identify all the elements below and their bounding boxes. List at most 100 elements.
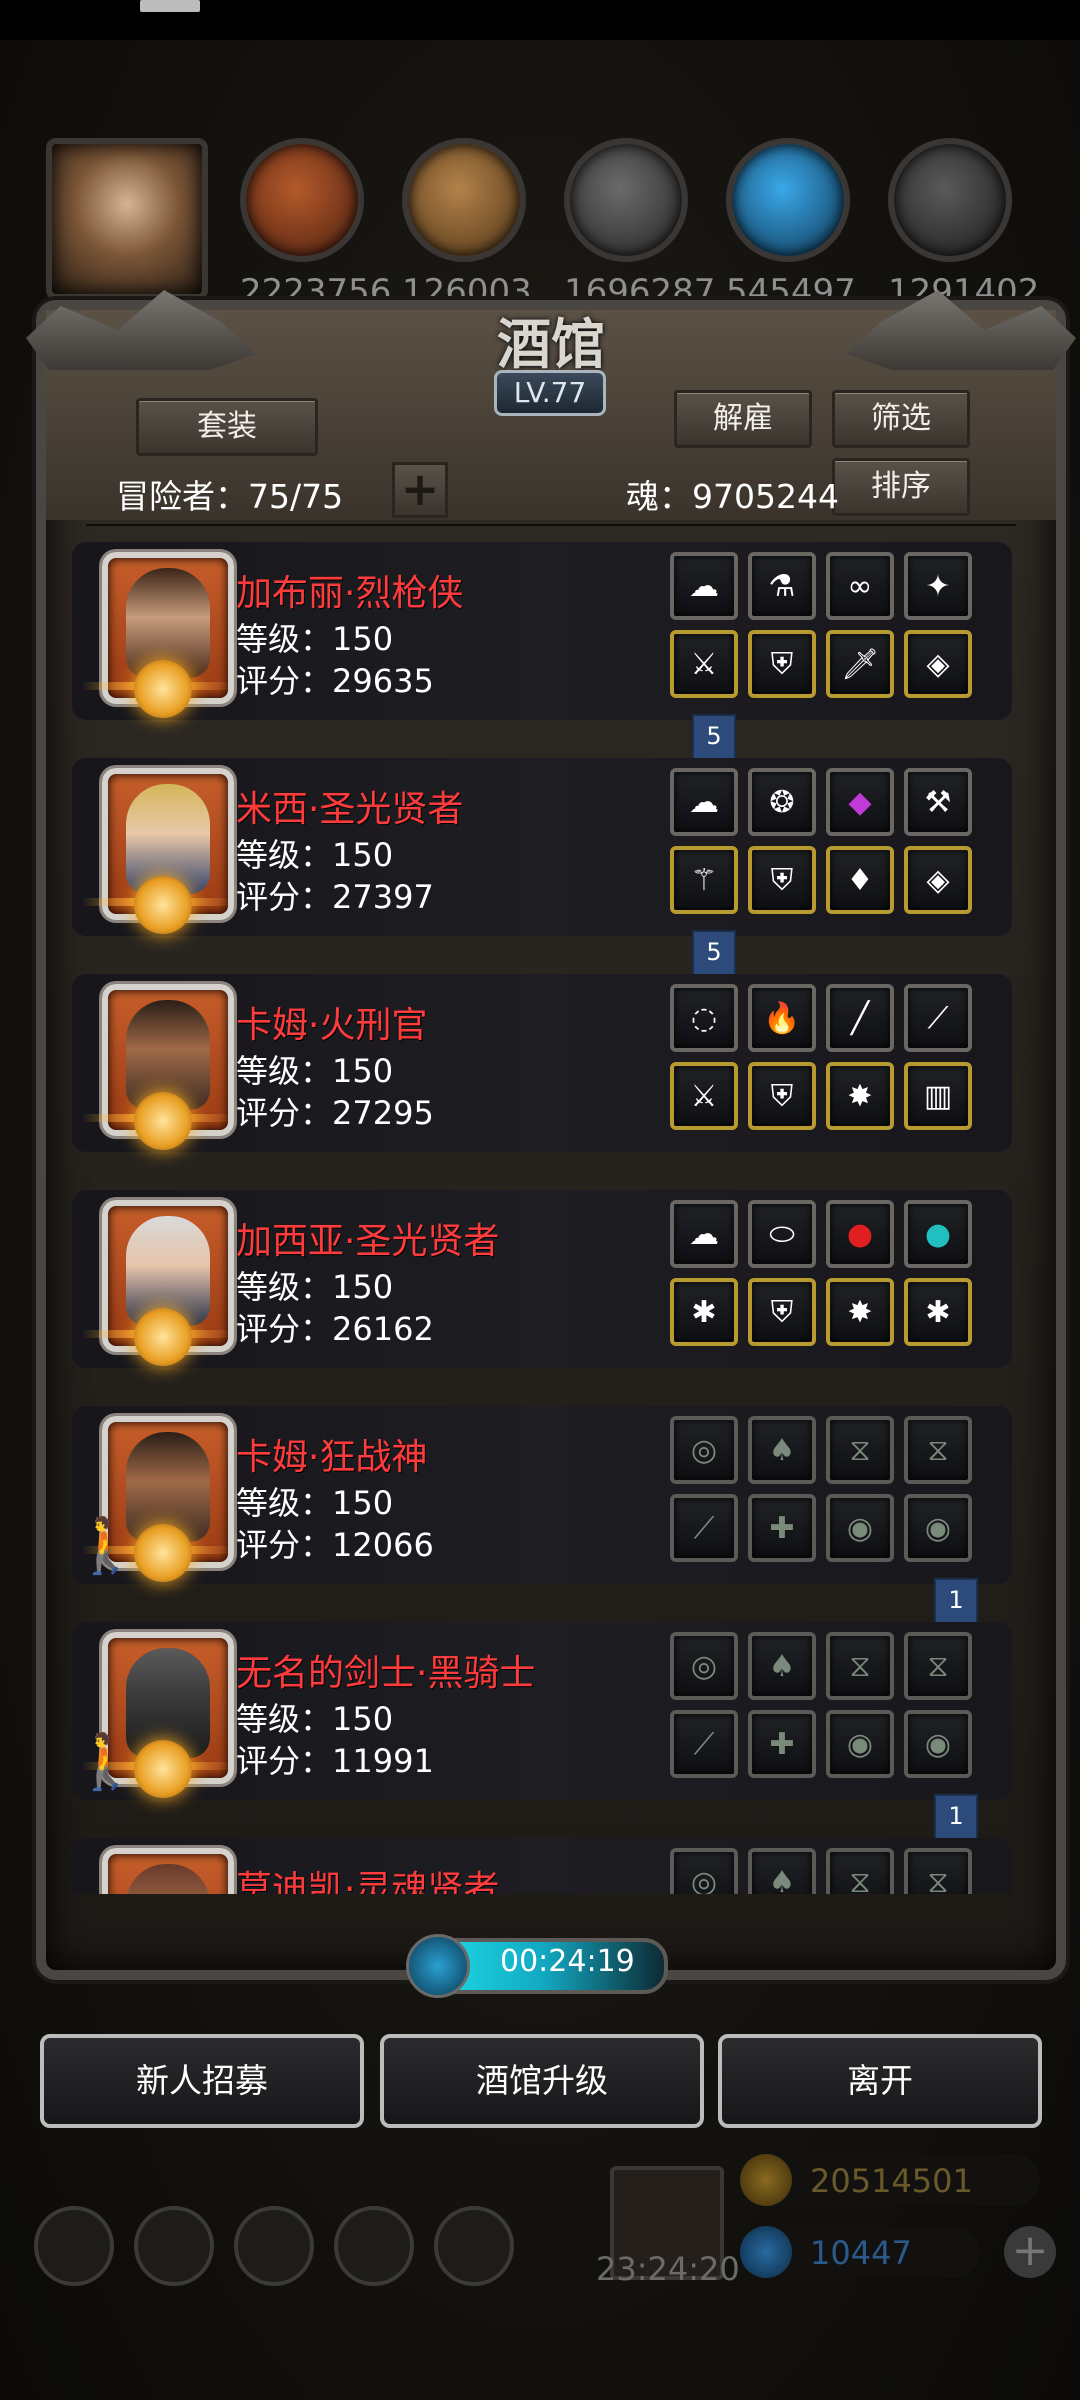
star-icon[interactable] bbox=[134, 2206, 214, 2286]
equip-slot[interactable]: ◌ bbox=[670, 984, 738, 1052]
gem-icon bbox=[740, 2226, 792, 2278]
equip-slot[interactable]: ⛨ bbox=[748, 1278, 816, 1346]
equip-slot[interactable]: 🗡 bbox=[826, 630, 894, 698]
recruit-button[interactable]: 新人招募 bbox=[40, 2034, 364, 2128]
hero-list[interactable]: 加布丽·烈枪侠 等级：150 评分：29635 ☁ ⚗ ∞ ✦ ⚔ ⛨ 🗡 ◈ … bbox=[72, 542, 1012, 1894]
mail-icon[interactable] bbox=[334, 2206, 414, 2286]
idle-walker-icon: 🚶 bbox=[72, 1730, 140, 1793]
equip-slot[interactable]: ✸ bbox=[826, 1278, 894, 1346]
equip-slot[interactable]: ╱ bbox=[826, 984, 894, 1052]
equip-slot[interactable]: ◆ bbox=[826, 768, 894, 836]
hero-row[interactable]: 卡姆·火刑官 等级：150 评分：27295 ◌ 🔥 ╱ ⟋ ⚔ ⛨ ✸ ▥ bbox=[72, 974, 1012, 1152]
equip-slot[interactable]: ☁ bbox=[670, 1200, 738, 1268]
empty-equip-slot[interactable]: ◉ bbox=[826, 1710, 894, 1778]
hero-row[interactable]: 加布丽·烈枪侠 等级：150 评分：29635 ☁ ⚗ ∞ ✦ ⚔ ⛨ 🗡 ◈ bbox=[72, 542, 1012, 720]
hero-level: 等级：150 bbox=[236, 1268, 394, 1306]
equip-slot[interactable]: ⟋ bbox=[904, 984, 972, 1052]
leave-button[interactable]: 离开 bbox=[718, 2034, 1042, 2128]
empty-equip-slot[interactable]: ✚ bbox=[748, 1494, 816, 1562]
hero-score: 评分：29635 bbox=[236, 662, 434, 700]
player-avatar[interactable] bbox=[46, 138, 208, 300]
equip-slot[interactable]: ∞ bbox=[826, 552, 894, 620]
equip-slot[interactable]: ⚚ bbox=[670, 846, 738, 914]
expand-capacity-button[interactable]: + bbox=[392, 462, 448, 518]
dismiss-button[interactable]: 解雇 bbox=[674, 390, 812, 448]
shield-icon[interactable] bbox=[234, 2206, 314, 2286]
empty-equip-slot[interactable]: ⧖ bbox=[826, 1848, 894, 1894]
hero-level: 等级：150 bbox=[236, 620, 394, 658]
hero-row[interactable]: 米西·圣光贤者 等级：150 评分：27397 ☁ ❂ ◆ ⚒ ⚚ ⛨ ♦ ◈ bbox=[72, 758, 1012, 936]
empty-equip-slot[interactable]: ⟋ bbox=[670, 1494, 738, 1562]
equip-slot[interactable]: ☁ bbox=[670, 552, 738, 620]
empty-equip-slot[interactable]: ✚ bbox=[748, 1710, 816, 1778]
empty-equip-slot[interactable]: ⧖ bbox=[904, 1416, 972, 1484]
adventurer-count: 冒险者：75/75 bbox=[116, 477, 344, 516]
empty-equip-slot[interactable]: ◎ bbox=[670, 1848, 738, 1894]
hero-row[interactable]: 莫迪凯·灵魂贤者 ◎ ♠ ⧖ ⧖ bbox=[72, 1838, 1012, 1894]
equip-slot[interactable]: ⬭ bbox=[748, 1200, 816, 1268]
equip-slot[interactable]: ✦ bbox=[904, 552, 972, 620]
wood-planks-icon bbox=[402, 138, 526, 262]
hero-row[interactable]: 🚶 无名的剑士·黑骑士 等级：150 评分：11991 ◎ ♠ ⧖ ⧖ ⟋ ✚ … bbox=[72, 1622, 1012, 1800]
equip-slot[interactable]: ⚗ bbox=[748, 552, 816, 620]
hero-level: 等级：150 bbox=[236, 836, 394, 874]
hero-name: 加布丽·烈枪侠 bbox=[236, 573, 464, 614]
empty-equip-slot[interactable]: ♠ bbox=[748, 1632, 816, 1700]
add-currency-button[interactable]: + bbox=[1004, 2226, 1056, 2278]
equip-slot[interactable]: ▥ bbox=[904, 1062, 972, 1130]
equip-slot[interactable]: 🔥 bbox=[748, 984, 816, 1052]
equip-slot[interactable]: ◈ bbox=[904, 630, 972, 698]
gem-counter: 10447 bbox=[740, 2226, 980, 2278]
tavern-level-badge: LV.77 bbox=[494, 370, 606, 416]
equip-slot[interactable]: ⛨ bbox=[748, 630, 816, 698]
equip-slot[interactable]: ☁ bbox=[670, 768, 738, 836]
hero-name: 卡姆·火刑官 bbox=[236, 1005, 428, 1046]
iron-ingot-icon bbox=[888, 138, 1012, 262]
equip-slot[interactable]: ✱ bbox=[670, 1278, 738, 1346]
sort-button[interactable]: 排序 bbox=[832, 458, 970, 516]
resource-bar: 2223756 126003 1696287 545497 1291402 bbox=[40, 136, 1050, 312]
chest-icon[interactable] bbox=[434, 2206, 514, 2286]
signal-icon bbox=[140, 0, 200, 12]
empty-equip-slot[interactable]: ⧖ bbox=[826, 1416, 894, 1484]
gear-icon[interactable] bbox=[34, 2206, 114, 2286]
orange-ore-icon bbox=[240, 138, 364, 262]
equip-slot[interactable]: ⛨ bbox=[748, 1062, 816, 1130]
empty-equip-slot[interactable]: ◎ bbox=[670, 1416, 738, 1484]
hero-name: 加西亚·圣光贤者 bbox=[236, 1221, 500, 1262]
equip-slot[interactable]: ⛨ bbox=[748, 846, 816, 914]
rank-medal-icon bbox=[134, 660, 192, 718]
hero-score: 评分：27295 bbox=[236, 1094, 434, 1132]
empty-equip-slot[interactable]: ♠ bbox=[748, 1848, 816, 1894]
hero-row[interactable]: 加西亚·圣光贤者 等级：150 评分：26162 ☁ ⬭ ● ● ✱ ⛨ ✸ ✱ bbox=[72, 1190, 1012, 1368]
empty-equip-slot[interactable]: ⧖ bbox=[826, 1632, 894, 1700]
empty-equip-slot[interactable]: ◉ bbox=[904, 1494, 972, 1562]
empty-equip-slot[interactable]: ♠ bbox=[748, 1416, 816, 1484]
equip-slot[interactable]: ✱ bbox=[904, 1278, 972, 1346]
empty-equip-slot[interactable]: ◉ bbox=[826, 1494, 894, 1562]
set-button[interactable]: 套装 bbox=[136, 398, 318, 456]
gold-counter: 20514501 bbox=[740, 2154, 1040, 2206]
tavern-upgrade-button[interactable]: 酒馆升级 bbox=[380, 2034, 704, 2128]
hero-row[interactable]: 🚶 卡姆·狂战神 等级：150 评分：12066 ◎ ♠ ⧖ ⧖ ⟋ ✚ ◉ ◉ bbox=[72, 1406, 1012, 1584]
equip-slot[interactable]: ⚔ bbox=[670, 1062, 738, 1130]
gem-value: 10447 bbox=[810, 2234, 912, 2272]
empty-equip-slot[interactable]: ⧖ bbox=[904, 1848, 972, 1894]
equip-slot[interactable]: ✸ bbox=[826, 1062, 894, 1130]
timer-text: 00:24:19 bbox=[500, 1944, 635, 1979]
equip-slot[interactable]: ● bbox=[826, 1200, 894, 1268]
equip-slot[interactable]: ⚒ bbox=[904, 768, 972, 836]
equip-slot[interactable]: ● bbox=[904, 1200, 972, 1268]
equip-slot[interactable]: ◈ bbox=[904, 846, 972, 914]
equip-slot[interactable]: ⚔ bbox=[670, 630, 738, 698]
empty-equip-slot[interactable]: ⧖ bbox=[904, 1632, 972, 1700]
rank-medal-icon bbox=[134, 1092, 192, 1150]
equip-slot[interactable]: ♦ bbox=[826, 846, 894, 914]
equip-slot[interactable]: ❂ bbox=[748, 768, 816, 836]
empty-equip-slot[interactable]: ◉ bbox=[904, 1710, 972, 1778]
empty-equip-slot[interactable]: ◎ bbox=[670, 1632, 738, 1700]
empty-equip-slot[interactable]: ⟋ bbox=[670, 1710, 738, 1778]
filter-button[interactable]: 筛选 bbox=[832, 390, 970, 448]
hero-score: 评分：27397 bbox=[236, 878, 434, 916]
gift-timer: 23:24:20 bbox=[596, 2250, 740, 2288]
